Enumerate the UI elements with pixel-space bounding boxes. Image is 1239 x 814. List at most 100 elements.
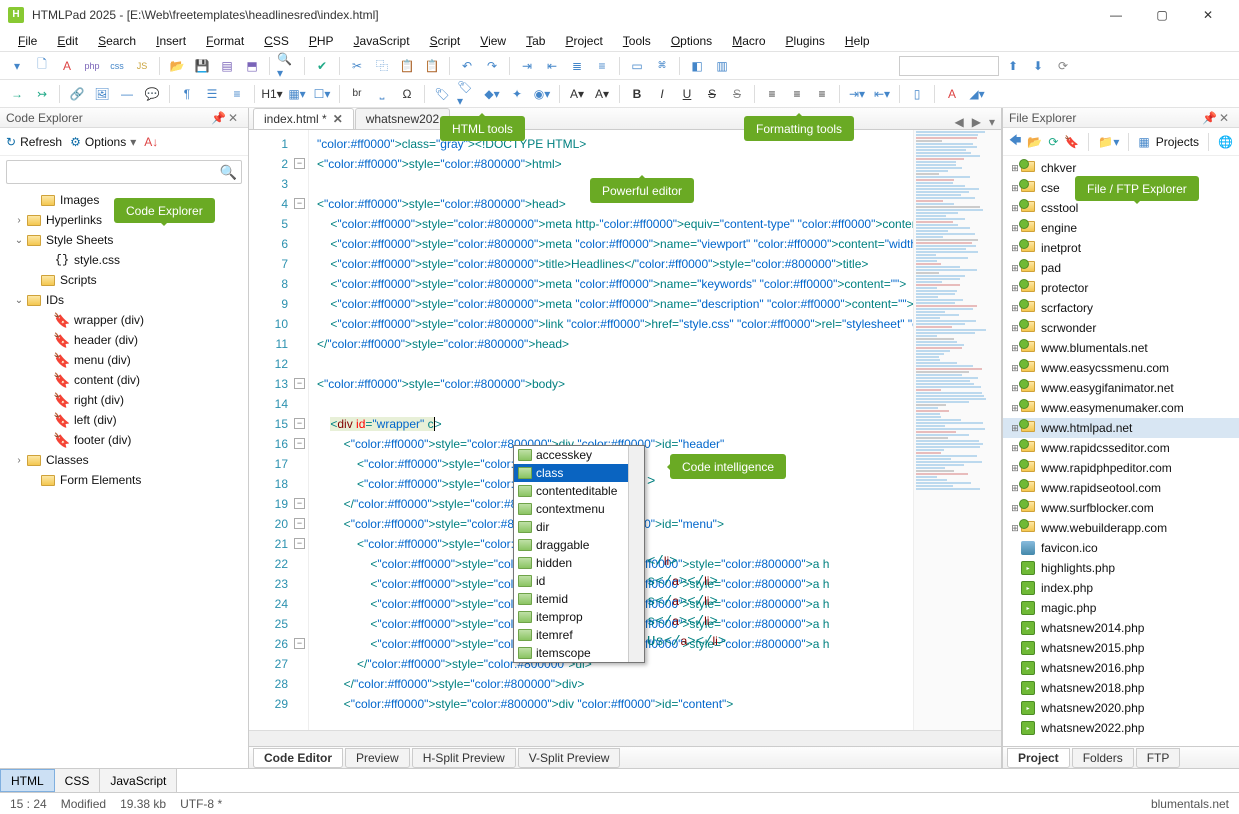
align-center-icon[interactable]: ≡ (786, 83, 808, 105)
table-icon[interactable]: ▦▾ (286, 83, 308, 105)
autocomplete-item[interactable]: itemid (514, 590, 644, 608)
fold-icon[interactable]: − (294, 158, 305, 169)
new-php-icon[interactable]: php (81, 55, 103, 77)
br-icon[interactable]: br (346, 83, 368, 105)
up-icon[interactable]: 📂 (1027, 135, 1042, 149)
newfolder-icon[interactable]: 📁▾ (1098, 135, 1119, 149)
sort-icon[interactable]: A↓ (144, 135, 158, 149)
file-row[interactable]: ▸whatsnew2015.php (1003, 638, 1239, 658)
file-row[interactable]: ▸whatsnew2016.php (1003, 658, 1239, 678)
outdent-icon[interactable]: ⇤ (541, 55, 563, 77)
font-select[interactable] (899, 56, 999, 76)
search-field[interactable]: 🔍 (6, 160, 242, 184)
file-row[interactable]: ⊞www.rapidseotool.com (1003, 478, 1239, 498)
palette-icon[interactable]: ▥ (711, 55, 733, 77)
file-row[interactable]: ⊞www.rapidphpeditor.com (1003, 458, 1239, 478)
italic-icon[interactable]: I (651, 83, 673, 105)
savecloud-icon[interactable]: ⬒ (241, 55, 263, 77)
link-icon[interactable]: 🔗 (66, 83, 88, 105)
autocomplete-item[interactable]: id (514, 572, 644, 590)
file-row[interactable]: ⊞www.easycssmenu.com (1003, 358, 1239, 378)
tree-item[interactable]: 🔖wrapper (div) (0, 310, 248, 330)
view-tab[interactable]: V-Split Preview (518, 748, 621, 768)
editor-tab[interactable]: whatsnew202 (355, 108, 450, 129)
bookmark-icon[interactable]: 🔖 (1064, 135, 1079, 149)
menu-edit[interactable]: Edit (47, 31, 88, 51)
tagd-icon[interactable]: 🏷▾ (456, 83, 478, 105)
copy-icon[interactable]: ⿻ (371, 55, 393, 77)
bgcolor-icon[interactable]: ◢▾ (966, 83, 988, 105)
tree-item[interactable]: 🔖right (div) (0, 390, 248, 410)
tree-item[interactable]: 🔖menu (div) (0, 350, 248, 370)
underline-icon[interactable]: U (676, 83, 698, 105)
tree-item[interactable]: Scripts (0, 270, 248, 290)
indent2-icon[interactable]: ⇥▾ (846, 83, 868, 105)
upload-icon[interactable]: ⬆ (1002, 55, 1024, 77)
search-input[interactable] (11, 162, 220, 182)
new-a-icon[interactable]: A (56, 55, 78, 77)
minimap[interactable] (913, 130, 1001, 730)
autocomplete-item[interactable]: hidden (514, 554, 644, 572)
color-icon[interactable]: ◉▾ (531, 83, 553, 105)
pin-icon[interactable]: 📌 (1202, 111, 1216, 125)
autocomplete-item[interactable]: itemref (514, 626, 644, 644)
view-tab[interactable]: H-Split Preview (412, 748, 516, 768)
redo-icon[interactable]: ↷ (481, 55, 503, 77)
outdent2-icon[interactable]: ⇤▾ (871, 83, 893, 105)
tab-prev-icon[interactable]: ◀ (955, 115, 964, 129)
file-row[interactable]: ⊞www.surfblocker.com (1003, 498, 1239, 518)
search-icon[interactable]: 🔍 (220, 164, 237, 181)
tree-item[interactable]: 🔖footer (div) (0, 430, 248, 450)
tree-item[interactable]: ⌄Style Sheets (0, 230, 248, 250)
omega-icon[interactable]: Ω (396, 83, 418, 105)
file-row[interactable]: ⊞scrwonder (1003, 318, 1239, 338)
file-row[interactable]: ⊞pad (1003, 258, 1239, 278)
undo-icon[interactable]: ↶ (456, 55, 478, 77)
comment-icon[interactable]: 💬 (141, 83, 163, 105)
file-row[interactable]: ⊞inetprot (1003, 238, 1239, 258)
autocomplete-item[interactable]: dir (514, 518, 644, 536)
clipboard-icon[interactable]: 📋 (421, 55, 443, 77)
fold-icon[interactable]: − (294, 198, 305, 209)
tree-item[interactable]: 🔖header (div) (0, 330, 248, 350)
download-icon[interactable]: ⬇ (1027, 55, 1049, 77)
options-button[interactable]: Options (85, 135, 126, 149)
save-icon[interactable]: 💾 (191, 55, 213, 77)
saveall-icon[interactable]: ▤ (216, 55, 238, 77)
close-button[interactable]: ✕ (1185, 0, 1231, 30)
ul-icon[interactable]: ☰ (201, 83, 223, 105)
mode-tab[interactable]: CSS (55, 769, 101, 792)
tree-item[interactable]: 🔖content (div) (0, 370, 248, 390)
file-row[interactable]: ⊞www.blumentals.net (1003, 338, 1239, 358)
menu-view[interactable]: View (470, 31, 516, 51)
form-icon[interactable]: ☐▾ (311, 83, 333, 105)
refresh-icon[interactable]: ⟳ (1048, 135, 1058, 149)
colors-icon[interactable]: ◧ (686, 55, 708, 77)
search-icon[interactable]: 🔍▾ (276, 55, 298, 77)
menu-file[interactable]: File (8, 31, 47, 51)
autocomplete-item[interactable]: itemscope (514, 644, 644, 662)
minimize-button[interactable]: — (1093, 0, 1139, 30)
fold-icon[interactable]: − (294, 538, 305, 549)
file-row[interactable]: ▸whatsnew2014.php (1003, 618, 1239, 638)
menu-options[interactable]: Options (661, 31, 722, 51)
explorer-tab[interactable]: Project (1007, 748, 1070, 768)
border-icon[interactable]: ▯ (906, 83, 928, 105)
code-tree[interactable]: Images›Hyperlinks⌄Style Sheets{}style.cs… (0, 188, 248, 492)
menu-insert[interactable]: Insert (146, 31, 196, 51)
fold-icon[interactable]: − (294, 638, 305, 649)
file-row[interactable]: ⊞www.easymenumaker.com (1003, 398, 1239, 418)
strike2-icon[interactable]: S (726, 83, 748, 105)
menu-project[interactable]: Project (555, 31, 612, 51)
refresh-button[interactable]: Refresh (20, 135, 62, 149)
open-icon[interactable]: 📂 (166, 55, 188, 77)
file-row[interactable]: ▸highlights.php (1003, 558, 1239, 578)
heading-icon[interactable]: H1▾ (261, 83, 283, 105)
tree-item[interactable]: Form Elements (0, 470, 248, 490)
autocomplete-item[interactable]: contenteditable (514, 482, 644, 500)
file-row[interactable]: ⊞protector (1003, 278, 1239, 298)
new-css-icon[interactable]: css (106, 55, 128, 77)
maximize-button[interactable]: ▢ (1139, 0, 1185, 30)
fold-icon[interactable]: − (294, 438, 305, 449)
menu-help[interactable]: Help (835, 31, 880, 51)
